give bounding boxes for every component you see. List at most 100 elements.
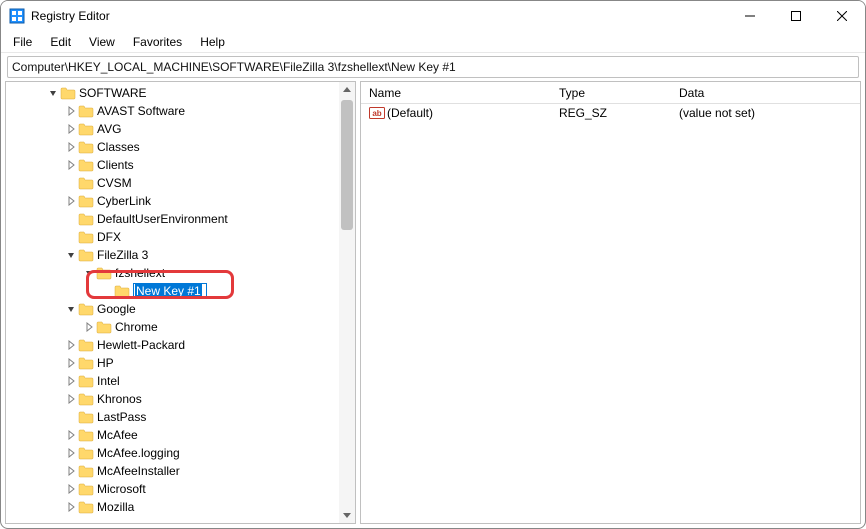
tree-item[interactable]: AVAST Software: [6, 102, 339, 120]
tree-item[interactable]: New Key #1: [6, 282, 339, 300]
tree-item[interactable]: DFX: [6, 228, 339, 246]
list-header: Name Type Data: [361, 82, 860, 104]
tree-scrollbar[interactable]: [339, 82, 355, 523]
tree-item[interactable]: FileZilla 3: [6, 246, 339, 264]
scroll-down-button[interactable]: [339, 507, 355, 523]
tree-item[interactable]: McAfee: [6, 426, 339, 444]
tree-item-label: CyberLink: [97, 194, 151, 208]
tree-item-label: Intel: [97, 374, 120, 388]
tree-item-label: Khronos: [97, 392, 142, 406]
scroll-thumb[interactable]: [341, 100, 353, 230]
tree-item-label: McAfeeInstaller: [97, 464, 180, 478]
menu-edit[interactable]: Edit: [42, 33, 79, 51]
col-data[interactable]: Data: [671, 86, 860, 100]
col-name[interactable]: Name: [361, 86, 551, 100]
svg-text:ab: ab: [372, 109, 381, 118]
folder-icon: [78, 410, 94, 424]
expand-arrow-icon[interactable]: [64, 248, 78, 262]
folder-icon: [78, 230, 94, 244]
folder-icon: [96, 320, 112, 334]
tree-item[interactable]: Chrome: [6, 318, 339, 336]
folder-icon: [78, 104, 94, 118]
expand-arrow-icon[interactable]: [64, 428, 78, 442]
expand-arrow-icon[interactable]: [64, 482, 78, 496]
registry-tree[interactable]: SOFTWARE AVAST Software AVG Classes Clients C…: [6, 82, 339, 523]
menu-view[interactable]: View: [81, 33, 123, 51]
expand-arrow-icon[interactable]: [64, 140, 78, 154]
values-pane: Name Type Data ab (Default): [360, 81, 861, 524]
tree-item[interactable]: Microsoft: [6, 480, 339, 498]
list-body[interactable]: ab (Default) REG_SZ (value not set): [361, 104, 860, 523]
tree-item-label: SOFTWARE: [79, 86, 147, 100]
tree-item[interactable]: AVG: [6, 120, 339, 138]
maximize-button[interactable]: [773, 1, 819, 31]
folder-icon: [78, 194, 94, 208]
tree-item-label: Microsoft: [97, 482, 146, 496]
tree-item-label: DefaultUserEnvironment: [97, 212, 228, 226]
expand-arrow-icon[interactable]: [64, 338, 78, 352]
tree-item[interactable]: Hewlett-Packard: [6, 336, 339, 354]
folder-icon: [78, 158, 94, 172]
folder-icon: [114, 284, 130, 298]
close-button[interactable]: [819, 1, 865, 31]
scroll-track[interactable]: [339, 98, 355, 507]
tree-item[interactable]: Clients: [6, 156, 339, 174]
tree-item[interactable]: CVSM: [6, 174, 339, 192]
tree-item[interactable]: Mozilla: [6, 498, 339, 516]
address-text: Computer\HKEY_LOCAL_MACHINE\SOFTWARE\Fil…: [12, 60, 456, 74]
value-name: (Default): [387, 106, 433, 120]
tree-item[interactable]: fzshellext: [6, 264, 339, 282]
tree-item[interactable]: Google: [6, 300, 339, 318]
folder-icon: [78, 212, 94, 226]
expand-arrow-icon[interactable]: [64, 104, 78, 118]
expand-arrow-icon[interactable]: [64, 122, 78, 136]
menu-file[interactable]: File: [5, 33, 40, 51]
expand-arrow-icon[interactable]: [64, 446, 78, 460]
rename-input[interactable]: New Key #1: [133, 283, 207, 299]
tree-item[interactable]: DefaultUserEnvironment: [6, 210, 339, 228]
tree-item[interactable]: SOFTWARE: [6, 84, 339, 102]
minimize-button[interactable]: [727, 1, 773, 31]
expand-arrow-icon[interactable]: [64, 356, 78, 370]
expand-arrow-icon[interactable]: [64, 374, 78, 388]
folder-icon: [78, 482, 94, 496]
menubar: File Edit View Favorites Help: [1, 31, 865, 53]
folder-icon: [60, 86, 76, 100]
address-bar[interactable]: Computer\HKEY_LOCAL_MACHINE\SOFTWARE\Fil…: [7, 56, 859, 78]
tree-item[interactable]: HP: [6, 354, 339, 372]
folder-icon: [78, 374, 94, 388]
expand-arrow-icon[interactable]: [64, 158, 78, 172]
tree-item[interactable]: Khronos: [6, 390, 339, 408]
content-area: SOFTWARE AVAST Software AVG Classes Clients C…: [1, 81, 865, 528]
tree-item-label: AVG: [97, 122, 121, 136]
expand-arrow-icon[interactable]: [64, 464, 78, 478]
folder-icon: [78, 302, 94, 316]
expand-arrow-icon[interactable]: [46, 86, 60, 100]
col-type[interactable]: Type: [551, 86, 671, 100]
tree-item-label: AVAST Software: [97, 104, 185, 118]
tree-item[interactable]: Intel: [6, 372, 339, 390]
menu-help[interactable]: Help: [192, 33, 233, 51]
tree-item[interactable]: McAfee.logging: [6, 444, 339, 462]
expand-arrow-icon[interactable]: [64, 392, 78, 406]
tree-item-label: Clients: [97, 158, 134, 172]
folder-icon: [78, 464, 94, 478]
menu-favorites[interactable]: Favorites: [125, 33, 190, 51]
folder-icon: [78, 428, 94, 442]
window-controls: [727, 1, 865, 31]
expand-arrow-icon[interactable]: [82, 320, 96, 334]
expand-arrow-icon[interactable]: [64, 500, 78, 514]
expand-arrow-icon[interactable]: [82, 266, 96, 280]
tree-item[interactable]: McAfeeInstaller: [6, 462, 339, 480]
tree-item[interactable]: LastPass: [6, 408, 339, 426]
folder-icon: [78, 176, 94, 190]
tree-pane: SOFTWARE AVAST Software AVG Classes Clients C…: [5, 81, 356, 524]
expand-arrow-icon[interactable]: [64, 194, 78, 208]
scroll-up-button[interactable]: [339, 82, 355, 98]
tree-item[interactable]: Classes: [6, 138, 339, 156]
expand-arrow-icon[interactable]: [64, 302, 78, 316]
tree-item[interactable]: CyberLink: [6, 192, 339, 210]
app-icon: [9, 8, 25, 24]
folder-icon: [78, 356, 94, 370]
list-row[interactable]: ab (Default) REG_SZ (value not set): [361, 104, 860, 122]
